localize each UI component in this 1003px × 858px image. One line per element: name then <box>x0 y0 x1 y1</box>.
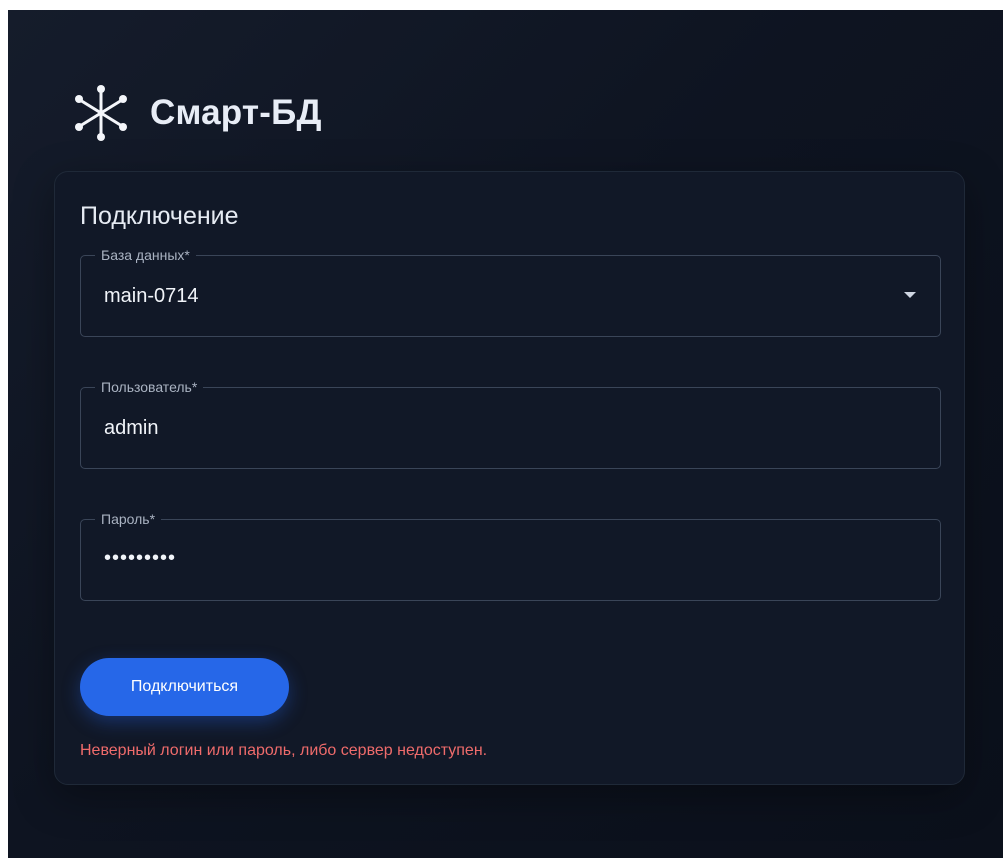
app-frame: Смарт-БД Подключение База данных* main-0… <box>8 10 1003 858</box>
password-field[interactable]: Пароль* ••••••••• <box>80 511 941 601</box>
chevron-down-icon[interactable] <box>904 292 916 298</box>
card-title: Подключение <box>80 202 239 230</box>
database-label: База данных* <box>95 247 196 263</box>
brand-header: Смарт-БД <box>70 82 322 144</box>
error-message: Неверный логин или пароль, либо сервер н… <box>80 742 488 759</box>
app-title: Смарт-БД <box>150 93 322 132</box>
username-field[interactable]: Пользователь* admin <box>80 379 941 469</box>
database-value: main-0714 <box>104 285 199 307</box>
asterisk-node-icon <box>75 85 127 141</box>
username-value[interactable]: admin <box>104 417 158 440</box>
username-label: Пользователь* <box>95 379 204 395</box>
password-value[interactable]: ••••••••• <box>104 547 176 570</box>
connect-button[interactable]: Подключиться <box>80 658 289 716</box>
password-label: Пароль* <box>95 511 162 527</box>
database-select[interactable]: База данных* main-0714 <box>80 247 941 337</box>
connection-card: Подключение База данных* main-0714 Польз… <box>54 171 965 785</box>
